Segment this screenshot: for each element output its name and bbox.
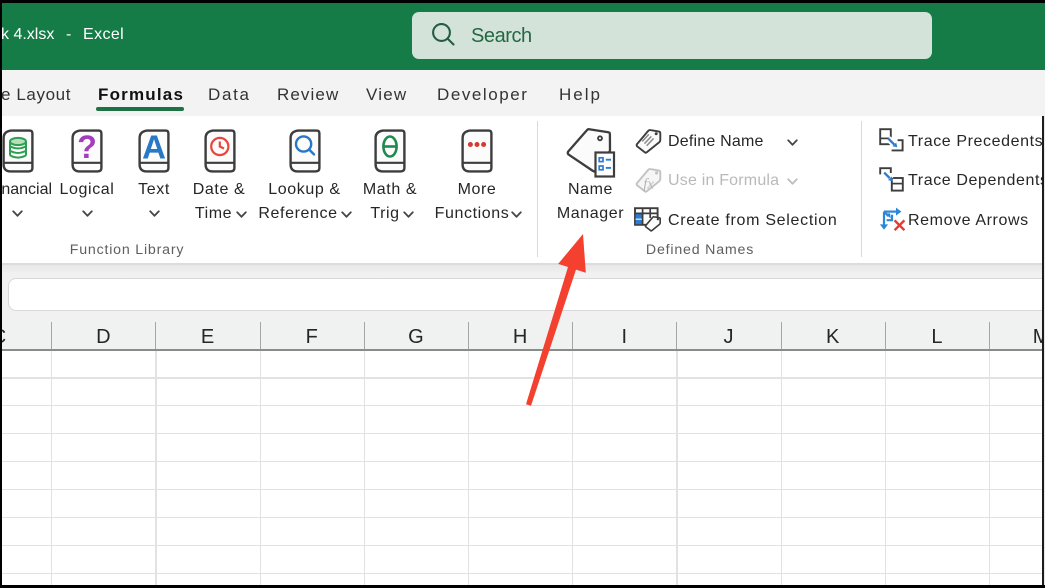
svg-text:?: ? — [77, 129, 97, 165]
svg-text:A: A — [142, 129, 166, 166]
svg-text:fx: fx — [643, 177, 654, 193]
